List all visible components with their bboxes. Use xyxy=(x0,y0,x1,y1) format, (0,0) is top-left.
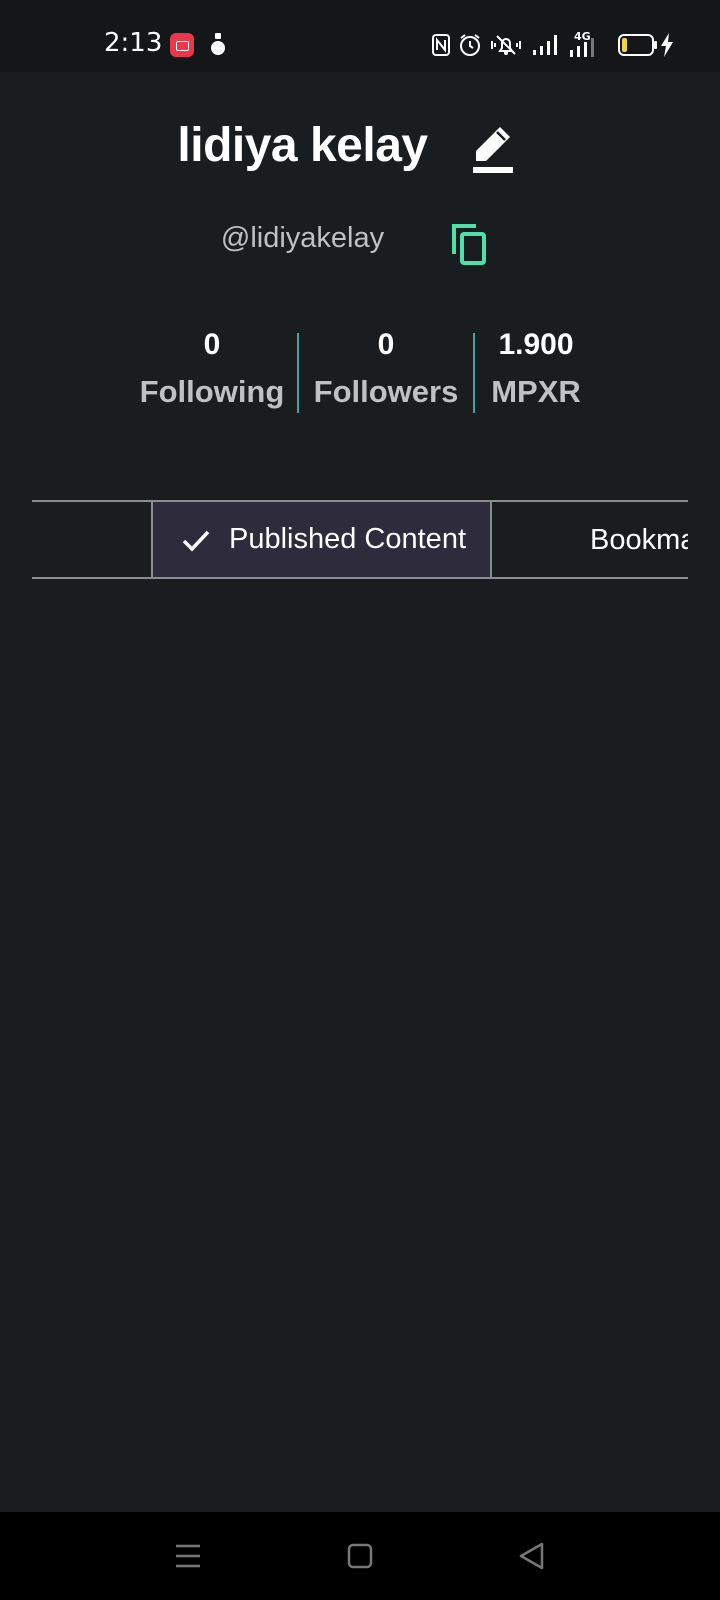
back-icon[interactable] xyxy=(508,1532,556,1580)
stat-value: 1.900 xyxy=(498,328,574,361)
home-icon[interactable] xyxy=(336,1532,384,1580)
navigation-bar xyxy=(0,1512,720,1600)
stat-mpxr[interactable]: 1.900 MPXR xyxy=(476,328,596,410)
profile-name: lidiya kelay xyxy=(177,119,428,172)
stat-label: MPXR xyxy=(491,374,581,409)
tab-published-content[interactable]: Published Content xyxy=(151,500,492,579)
mute-icon xyxy=(491,35,521,55)
drop-icon xyxy=(211,33,225,55)
tab-bookmarks[interactable]: Bookmarks xyxy=(492,500,688,579)
tab-label: Published Content xyxy=(229,523,466,555)
status-time: 2:13 xyxy=(104,28,163,58)
tab-previous[interactable] xyxy=(32,502,151,577)
stat-following[interactable]: 0 Following xyxy=(132,328,292,410)
stat-value: 0 xyxy=(377,328,395,361)
stat-value: 0 xyxy=(203,328,221,361)
pencil-edit-icon[interactable] xyxy=(470,125,514,175)
tab-label: Bookmarks xyxy=(590,524,688,556)
stat-followers[interactable]: 0 Followers xyxy=(306,328,466,410)
screen-record-icon xyxy=(170,33,194,57)
alarm-icon xyxy=(460,34,480,56)
battery-icon xyxy=(618,34,657,56)
nfc-icon xyxy=(432,34,450,56)
check-icon xyxy=(182,530,210,552)
status-bar: 2:13 4G xyxy=(0,0,720,72)
stat-label: Followers xyxy=(313,374,459,409)
user-handle: @lidiyakelay xyxy=(220,222,385,254)
menu-icon[interactable] xyxy=(164,1532,212,1580)
copy-icon[interactable] xyxy=(450,222,488,266)
stat-divider xyxy=(473,333,475,413)
network-4g-icon: 4G xyxy=(568,30,608,58)
charging-icon xyxy=(661,33,673,57)
stat-divider xyxy=(297,333,299,413)
stat-label: Following xyxy=(139,374,285,409)
signal-icon xyxy=(533,35,557,55)
